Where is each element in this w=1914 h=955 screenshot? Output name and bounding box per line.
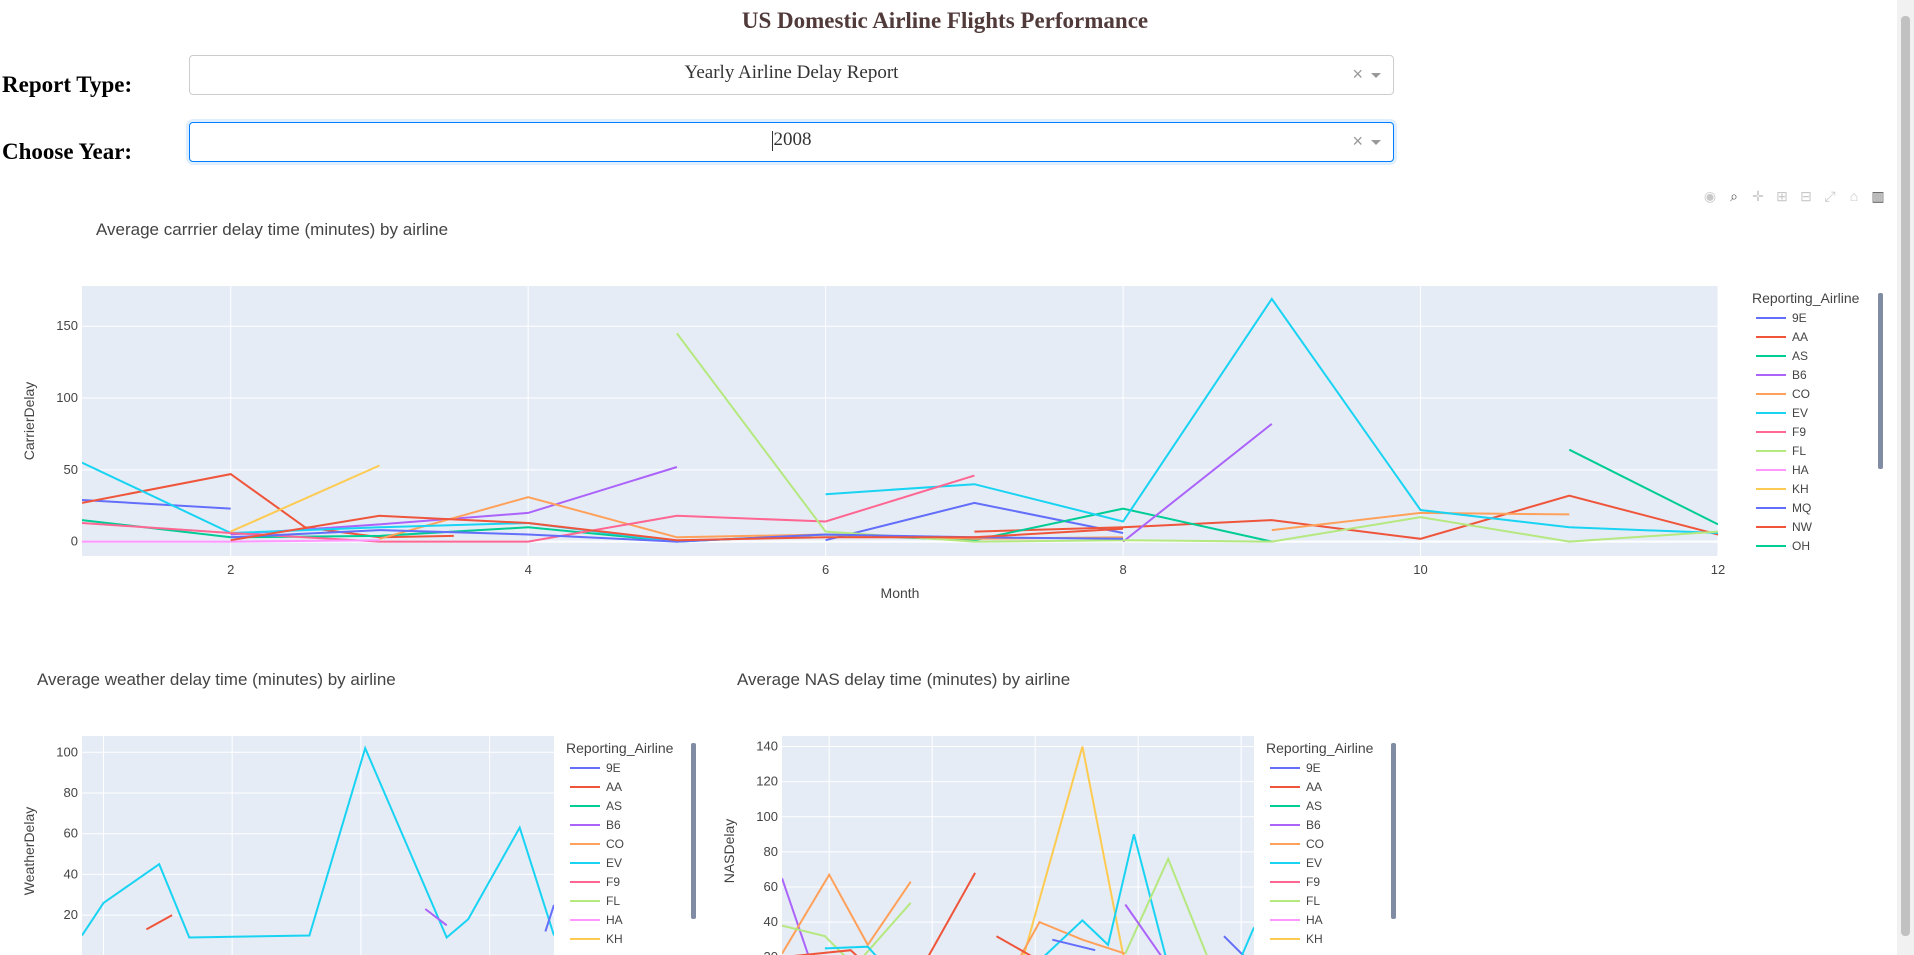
page-title: US Domestic Airline Flights Performance [741,8,1149,33]
legend-scrollbar [1391,743,1396,919]
carrier-delay-chart: Average carrrier delay time (minutes) by… [21,220,1883,601]
legend-item: AS [1792,349,1808,363]
y-tick-label: 40 [764,914,778,929]
y-tick-label: 50 [64,462,78,477]
y-axis-label: WeatherDelay [21,807,37,895]
plotly-logo-icon[interactable]: ▥ [1870,188,1886,204]
legend-item: B6 [1306,818,1321,832]
legend-scrollbar [691,743,696,919]
y-axis-label: CarrierDelay [21,382,37,461]
plot-area [82,736,554,955]
legend-item: F9 [606,875,620,889]
legend-item: EV [606,856,622,870]
zoom-out-icon[interactable]: ⊟ [1798,188,1814,204]
legend-item: KH [1306,932,1323,946]
chevron-down-icon[interactable] [1371,140,1381,145]
x-axis-label: Month [881,585,920,601]
y-tick-label: 80 [64,785,78,800]
legend-item: FL [606,894,620,908]
legend-item: EV [1306,856,1322,870]
nas-delay-chart: Average NAS delay time (minutes) by airl… [721,670,1396,955]
legend-item: HA [1306,913,1323,927]
legend-item: CO [1306,837,1324,851]
chevron-down-icon[interactable] [1371,73,1381,78]
legend-item: MQ [1792,501,1811,515]
legend-item: AS [606,799,622,813]
x-tick-label: 4 [525,562,532,577]
legend-item: HA [606,913,623,927]
x-tick-label: 8 [1119,562,1126,577]
clear-icon[interactable]: × [1352,64,1363,85]
choose-year-label: Choose Year: [2,139,133,164]
y-tick-label: 60 [764,879,778,894]
chart-title: Average weather delay time (minutes) by … [37,670,396,689]
legend-item: OH [1792,539,1810,553]
x-tick-label: 12 [1711,562,1725,577]
legend-item: FL [1306,894,1320,908]
page-scrollbar[interactable] [1897,0,1914,955]
legend-item: AA [606,780,622,794]
legend-scrollbar [1878,293,1883,469]
legend-item: 9E [1792,311,1807,325]
clear-icon[interactable]: × [1352,131,1363,152]
legend-title: Reporting_Airline [566,740,674,756]
chart-title: Average carrrier delay time (minutes) by… [96,220,448,239]
legend-item: AA [1306,780,1322,794]
y-tick-label: 40 [64,866,78,881]
legend-item: FL [1792,444,1806,458]
y-tick-label: 60 [64,826,78,841]
y-tick-label: 80 [764,844,778,859]
text-caret [771,130,773,151]
y-tick-label: 20 [64,907,78,922]
zoom-in-icon[interactable]: ⊞ [1774,188,1790,204]
report-type-dropdown[interactable]: Yearly Airline Delay Report × [189,55,1394,95]
y-tick-label: 140 [756,739,778,754]
y-axis-label: NASDelay [721,819,737,884]
report-type-label: Report Type: [2,72,133,97]
y-tick-label: 120 [756,774,778,789]
legend-title: Reporting_Airline [1752,290,1860,306]
x-tick-label: 6 [822,562,829,577]
year-dropdown[interactable]: 2008 × [189,122,1394,162]
y-tick-label: 150 [56,318,78,333]
x-tick-label: 10 [1413,562,1427,577]
autoscale-icon[interactable]: ⤢ [1822,188,1838,204]
zoom-icon[interactable]: ⌕ [1726,188,1742,204]
legend-item: HA [1792,463,1809,477]
legend-item: AA [1792,330,1808,344]
legend-item: CO [1792,387,1810,401]
legend-item: F9 [1306,875,1320,889]
y-tick-label: 0 [71,534,78,549]
reset-axes-icon[interactable]: ⌂ [1846,188,1862,204]
legend-item: 9E [1306,761,1321,775]
legend-item: KH [1792,482,1809,496]
camera-icon[interactable]: ◉ [1702,188,1718,204]
legend-item: NW [1792,520,1813,534]
year-value: 2008 [773,129,812,150]
legend-item: 9E [606,761,621,775]
x-tick-label: 2 [227,562,234,577]
y-tick-label: 20 [764,949,778,955]
scrollbar-thumb[interactable] [1901,16,1910,936]
chart-title: Average NAS delay time (minutes) by airl… [737,670,1070,689]
legend-item: EV [1792,406,1808,420]
y-tick-label: 100 [56,744,78,759]
report-type-value: Yearly Airline Delay Report [684,62,899,83]
legend-item: AS [1306,799,1322,813]
legend-item: KH [606,932,623,946]
legend-item: B6 [1792,368,1807,382]
weather-delay-chart: Average weather delay time (minutes) by … [21,670,696,955]
y-tick-label: 100 [756,809,778,824]
legend-item: F9 [1792,425,1806,439]
y-tick-label: 100 [56,390,78,405]
legend-title: Reporting_Airline [1266,740,1374,756]
plot-modebar: ◉ ⌕ ✛ ⊞ ⊟ ⤢ ⌂ ▥ [1702,188,1886,204]
legend-item: B6 [606,818,621,832]
pan-icon[interactable]: ✛ [1750,188,1766,204]
legend-item: CO [606,837,624,851]
